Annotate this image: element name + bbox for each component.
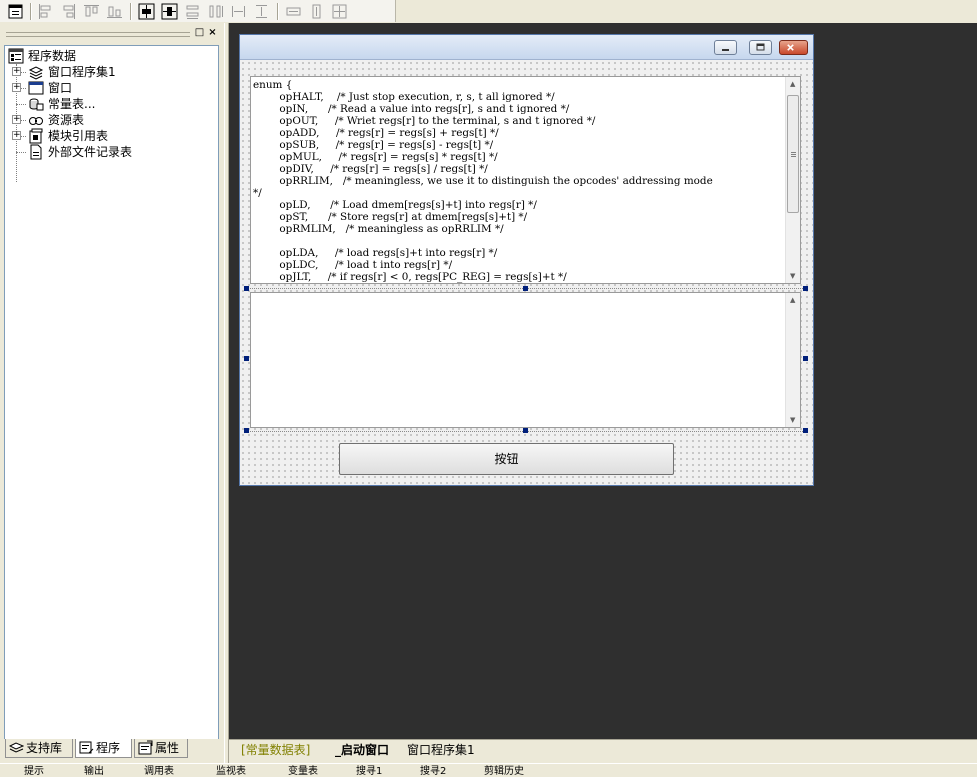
same-width-icon[interactable]: [184, 3, 201, 20]
code-scrollbar[interactable]: ▲ ▼: [785, 77, 800, 283]
stretch-height-icon[interactable]: [308, 3, 325, 20]
library-icon: [9, 740, 24, 755]
file-record-icon: [28, 144, 44, 160]
status-tab-output[interactable]: 输出: [84, 766, 104, 777]
tree-item-label: 常量表...: [48, 97, 96, 111]
form-button[interactable]: 按钮: [339, 443, 674, 475]
grid-icon[interactable]: [331, 3, 348, 20]
resize-handle[interactable]: [803, 286, 808, 291]
status-tab-watch[interactable]: 监视表: [216, 766, 246, 777]
panel-tabs: 支持库 程序 属性: [0, 739, 224, 761]
tree-item-label: 窗口: [48, 81, 73, 95]
center-vertical-icon[interactable]: [161, 3, 178, 20]
properties-icon: [138, 740, 153, 755]
tree-item-module-refs[interactable]: + 模块引用表: [5, 128, 205, 144]
stretch-width-icon[interactable]: [285, 3, 302, 20]
status-tab-hint[interactable]: 提示: [24, 766, 44, 777]
code-text: enum { opHALT, /* Just stop execution, r…: [253, 79, 713, 283]
maximize-icon[interactable]: [749, 40, 772, 55]
toolbar-strip: [0, 0, 396, 22]
resize-handle[interactable]: [244, 428, 249, 433]
tree-item-label: 外部文件记录表: [48, 145, 133, 159]
expand-icon[interactable]: +: [12, 115, 21, 124]
space-vertical-icon[interactable]: [253, 3, 270, 20]
scroll-down-icon[interactable]: ▼: [790, 416, 795, 424]
space-horizontal-icon[interactable]: [230, 3, 247, 20]
tree-item-label: 窗口程序集1: [48, 65, 116, 79]
expand-icon[interactable]: +: [12, 131, 21, 140]
tab-label: 支持库: [26, 741, 63, 755]
window-titlebar[interactable]: [240, 35, 813, 60]
tab-label: 属性: [155, 741, 180, 755]
scroll-down-icon[interactable]: ▼: [790, 272, 795, 280]
output-editbox[interactable]: ▲ ▼: [250, 292, 801, 428]
tree-item-label: 模块引用表: [48, 129, 109, 143]
document-tabs: [常量数据表] _启动窗口 窗口程序集1: [229, 739, 977, 762]
layers-icon: [28, 64, 44, 80]
tree-item-resources[interactable]: + 资源表: [5, 112, 205, 128]
tree-item-label: 资源表: [48, 113, 85, 127]
tree-item-constants[interactable]: 常量表...: [5, 96, 205, 112]
status-tab-search1[interactable]: 搜寻1: [356, 766, 382, 777]
form-icon[interactable]: [7, 3, 24, 20]
align-top-icon[interactable]: [83, 3, 100, 20]
resize-handle[interactable]: [803, 356, 808, 361]
program-icon: [79, 740, 94, 755]
tab-properties[interactable]: 属性: [134, 739, 188, 758]
align-bottom-icon[interactable]: [106, 3, 123, 20]
close-icon[interactable]: [779, 40, 808, 55]
resize-handle[interactable]: [803, 428, 808, 433]
designed-window[interactable]: enum { opHALT, /* Just stop execution, r…: [239, 34, 814, 486]
tab-window-assembly[interactable]: 窗口程序集1: [407, 741, 475, 759]
tab-startup-window[interactable]: _启动窗口: [335, 741, 389, 759]
program-data-icon: [8, 48, 24, 64]
status-tab-variables[interactable]: 变量表: [288, 766, 318, 777]
tree-item-external-files[interactable]: 外部文件记录表: [5, 144, 205, 160]
output-scrollbar[interactable]: ▲ ▼: [785, 293, 800, 427]
project-panel: □ × 程序数据 + 窗口程序集1 + 窗口 常量表... + 资源表 + 模块…: [0, 23, 224, 759]
expand-icon[interactable]: +: [12, 67, 21, 76]
module-icon: [28, 128, 44, 144]
window-client-area[interactable]: enum { opHALT, /* Just stop execution, r…: [240, 60, 813, 485]
tab-support-library[interactable]: 支持库: [5, 739, 73, 758]
layout-toolbar: [0, 0, 977, 24]
status-tab-search2[interactable]: 搜寻2: [420, 766, 446, 777]
constants-icon: [28, 96, 44, 112]
align-left-icon[interactable]: [37, 3, 54, 20]
status-tab-calls[interactable]: 调用表: [144, 766, 174, 777]
resize-handle[interactable]: [244, 286, 249, 291]
scroll-up-icon[interactable]: ▲: [790, 296, 795, 304]
project-tree: 程序数据 + 窗口程序集1 + 窗口 常量表... + 资源表 + 模块引用表 …: [4, 45, 219, 759]
tree-item-window-assembly[interactable]: + 窗口程序集1: [5, 64, 205, 80]
code-editbox[interactable]: enum { opHALT, /* Just stop execution, r…: [250, 76, 801, 284]
resize-handle[interactable]: [244, 356, 249, 361]
tree-root-label: 程序数据: [28, 49, 77, 63]
tree-item-window[interactable]: + 窗口: [5, 80, 205, 96]
tab-program[interactable]: 程序: [75, 739, 132, 758]
resize-handle[interactable]: [523, 428, 528, 433]
align-right-icon[interactable]: [60, 3, 77, 20]
center-horizontal-icon[interactable]: [138, 3, 155, 20]
window-icon: [28, 80, 44, 96]
resources-icon: [28, 112, 44, 128]
panel-grip[interactable]: [6, 32, 190, 37]
status-bar: 提示 输出 调用表 监视表 变量表 搜寻1 搜寻2 剪辑历史: [0, 763, 977, 777]
tree-root[interactable]: 程序数据: [5, 48, 205, 64]
resize-handle[interactable]: [523, 286, 528, 291]
scroll-thumb[interactable]: [787, 95, 799, 213]
tab-label: 程序: [96, 741, 121, 755]
minimize-icon[interactable]: [714, 40, 737, 55]
scroll-up-icon[interactable]: ▲: [790, 80, 795, 88]
panel-close-icon[interactable]: ×: [207, 27, 218, 38]
tab-constant-table[interactable]: [常量数据表]: [241, 741, 310, 759]
expand-icon[interactable]: +: [12, 83, 21, 92]
same-height-icon[interactable]: [207, 3, 224, 20]
panel-float-icon[interactable]: □: [194, 27, 205, 38]
status-tab-clip-history[interactable]: 剪辑历史: [484, 766, 524, 777]
